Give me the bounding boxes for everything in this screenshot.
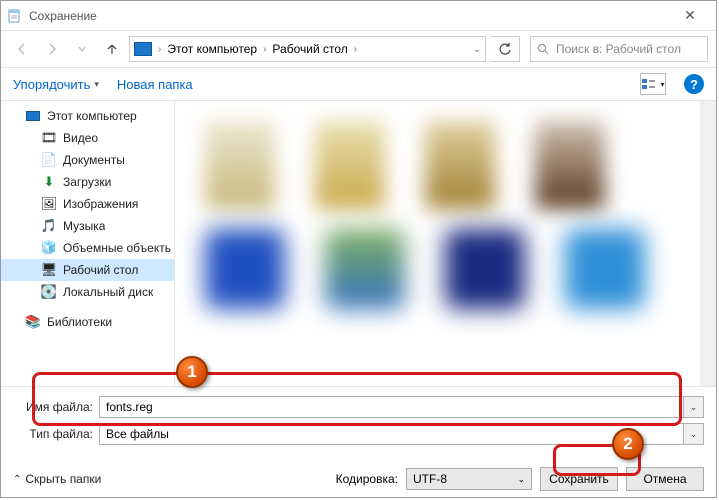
sidebar-item[interactable]: 🎵 Музыка (1, 215, 174, 237)
address-bar[interactable]: › Этот компьютер › Рабочий стол › ⌄ (129, 36, 486, 62)
this-pc-icon (134, 42, 152, 56)
libraries-icon: 📚 (25, 315, 41, 329)
tree-icon: 💽 (41, 285, 57, 299)
notepad-icon (7, 8, 23, 24)
new-folder-button[interactable]: Новая папка (117, 77, 193, 92)
window-title: Сохранение (29, 9, 670, 23)
chevron-right-icon: › (158, 44, 161, 55)
breadcrumb-segment[interactable]: Этот компьютер (167, 42, 257, 56)
tree-icon: 🖼 (41, 197, 57, 211)
tree-icon: ⬇ (41, 175, 57, 189)
filename-history-button[interactable]: ⌄ (684, 396, 704, 418)
help-button[interactable]: ? (684, 74, 704, 94)
filename-input[interactable]: fonts.reg (99, 396, 684, 418)
navigation-bar: › Этот компьютер › Рабочий стол › ⌄ Поис… (1, 31, 716, 67)
sidebar: Этот компьютер 🎞 Видео 📄 Документы ⬇ Загрузки… (1, 101, 175, 386)
tree-label: Видео (63, 131, 98, 145)
tree-label: Рабочий стол (63, 263, 138, 277)
sidebar-item[interactable]: 🎞 Видео (1, 127, 174, 149)
close-button[interactable]: ✕ (670, 7, 710, 24)
sidebar-item[interactable]: 🖥 Рабочий стол (1, 259, 174, 281)
chevron-right-icon: › (263, 44, 266, 55)
file-thumbnail[interactable] (535, 121, 605, 209)
file-pane[interactable] (175, 101, 716, 386)
hide-folders-button[interactable]: ⌃Скрыть папки (13, 472, 101, 486)
footer: Имя файла: fonts.reg ⌄ Тип файла: Все фа… (1, 386, 716, 457)
file-thumbnail[interactable] (315, 121, 385, 209)
file-thumbnail[interactable] (565, 229, 645, 309)
body-area: Этот компьютер 🎞 Видео 📄 Документы ⬇ Загрузки… (1, 101, 716, 386)
filetype-combo[interactable]: Все файлы (99, 423, 684, 445)
filetype-dropdown-button[interactable]: ⌄ (684, 423, 704, 445)
sidebar-item-libraries[interactable]: 📚Библиотеки (1, 311, 174, 333)
save-button[interactable]: Сохранить (540, 467, 618, 491)
view-options-button[interactable]: ▾ (640, 73, 666, 95)
actions-row: ⌃Скрыть папки Кодировка: UTF-8⌄ Сохранит… (1, 457, 716, 497)
sidebar-item[interactable]: 🖼 Изображения (1, 193, 174, 215)
titlebar: Сохранение ✕ (1, 1, 716, 31)
sidebar-item[interactable]: 💽 Локальный диск (1, 281, 174, 303)
toolbar: Упорядочить▾ Новая папка ▾ ? (1, 67, 716, 101)
search-placeholder: Поиск в: Рабочий стол (556, 42, 681, 56)
annotation-marker-2: 2 (612, 428, 644, 460)
vertical-scrollbar[interactable] (700, 101, 716, 386)
filetype-label: Тип файла: (13, 427, 99, 441)
sidebar-item[interactable]: 🧊 Объемные объекты (1, 237, 174, 259)
tree-icon: 📄 (41, 153, 57, 167)
file-thumbnail[interactable] (325, 229, 405, 309)
monitor-icon (25, 109, 41, 123)
search-icon (537, 43, 550, 56)
filename-label: Имя файла: (13, 400, 99, 414)
sidebar-item[interactable]: 📄 Документы (1, 149, 174, 171)
tree-label: Документы (63, 153, 125, 167)
chevron-down-icon[interactable]: ⌄ (473, 44, 481, 55)
file-thumbnail[interactable] (205, 121, 275, 209)
back-button[interactable] (9, 36, 35, 62)
tree-label: Загрузки (63, 175, 111, 189)
tree-label: Изображения (63, 197, 138, 211)
organize-button[interactable]: Упорядочить▾ (13, 77, 99, 92)
file-thumbnail[interactable] (445, 229, 525, 309)
cancel-button[interactable]: Отмена (626, 467, 704, 491)
save-dialog: Сохранение ✕ › Этот компьютер › Рабочий … (0, 0, 717, 498)
tree-icon: 🖥 (41, 263, 57, 277)
chevron-right-icon: › (354, 44, 357, 55)
file-thumbnail[interactable] (425, 121, 495, 209)
encoding-combo[interactable]: UTF-8⌄ (406, 468, 532, 490)
recent-button[interactable] (69, 36, 95, 62)
search-input[interactable]: Поиск в: Рабочий стол (530, 36, 708, 62)
tree-icon: 🧊 (41, 241, 57, 255)
annotation-marker-1: 1 (176, 356, 208, 388)
tree-icon: 🎵 (41, 219, 57, 233)
chevron-up-icon: ⌃ (13, 474, 21, 485)
refresh-button[interactable] (490, 36, 520, 62)
sidebar-item-this-pc[interactable]: Этот компьютер (1, 105, 174, 127)
encoding-label: Кодировка: (336, 472, 398, 486)
up-button[interactable] (99, 36, 125, 62)
file-thumbnail[interactable] (205, 229, 285, 309)
sidebar-item[interactable]: ⬇ Загрузки (1, 171, 174, 193)
breadcrumb-segment[interactable]: Рабочий стол (272, 42, 347, 56)
tree-icon: 🎞 (41, 131, 57, 145)
tree-label: Локальный диск (63, 285, 153, 299)
forward-button[interactable] (39, 36, 65, 62)
tree-label: Музыка (63, 219, 105, 233)
tree-label: Объемные объекты (63, 241, 171, 255)
